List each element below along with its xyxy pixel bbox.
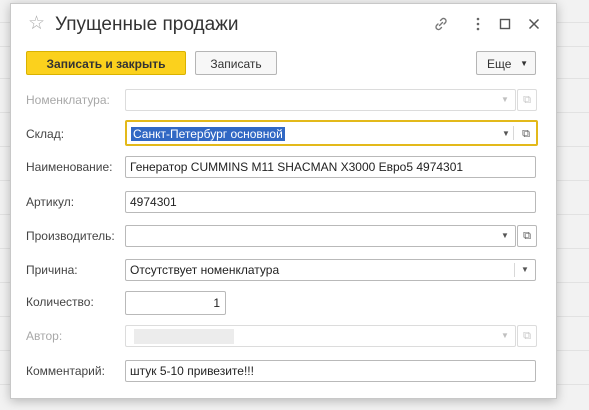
nomenclature-label: Номенклатура:: [26, 93, 110, 107]
reason-value: Отсутствует номенклатура: [130, 263, 280, 277]
chevron-down-icon[interactable]: ▼: [498, 124, 514, 144]
reason-label: Причина:: [26, 263, 78, 277]
open-external-icon: ⧉: [517, 89, 537, 111]
quantity-field[interactable]: 1: [125, 291, 226, 315]
comment-value: штук 5-10 привезите!!!: [130, 364, 254, 378]
star-icon[interactable]: ☆: [28, 14, 45, 33]
more-vertical-icon[interactable]: [469, 16, 487, 34]
name-value: Генератор CUMMINS M11 SHACMAN X3000 Евро…: [130, 160, 464, 174]
chevron-down-icon: ▼: [520, 59, 528, 68]
more-button[interactable]: Еще ▼: [476, 51, 536, 75]
lost-sales-dialog: ☆ Упущенные продажи Записать и закрыть З…: [10, 3, 557, 399]
chevron-down-icon[interactable]: ▼: [497, 226, 513, 246]
reason-field[interactable]: Отсутствует номенклатура ▼: [125, 259, 536, 281]
save-and-close-button[interactable]: Записать и закрыть: [26, 51, 186, 75]
title-bar: ☆ Упущенные продажи: [11, 4, 556, 48]
chevron-down-icon: ▼: [501, 95, 509, 104]
save-button[interactable]: Записать: [195, 51, 277, 75]
comment-label: Комментарий:: [26, 364, 105, 378]
name-field[interactable]: Генератор CUMMINS M11 SHACMAN X3000 Евро…: [125, 156, 536, 178]
warehouse-value: Санкт-Петербург основной: [131, 127, 285, 141]
link-icon[interactable]: [432, 16, 450, 34]
field-divider: [514, 263, 515, 277]
article-label: Артикул:: [26, 195, 75, 209]
open-external-icon[interactable]: ⧉: [518, 124, 534, 144]
manufacturer-field[interactable]: ▼: [125, 225, 516, 247]
open-external-icon[interactable]: ⧉: [517, 225, 537, 247]
quantity-value: 1: [213, 296, 220, 310]
comment-field[interactable]: штук 5-10 привезите!!!: [125, 360, 536, 382]
window-title: Упущенные продажи: [55, 14, 239, 35]
author-field: ▼: [125, 325, 516, 347]
warehouse-label: Склад:: [26, 127, 65, 141]
nomenclature-field: ▼: [125, 89, 516, 111]
author-redacted: [134, 329, 234, 344]
quantity-label: Количество:: [26, 295, 94, 309]
warehouse-field[interactable]: Санкт-Петербург основной ▼ ⧉: [125, 120, 538, 146]
name-label: Наименование:: [26, 160, 113, 174]
manufacturer-label: Производитель:: [26, 229, 115, 243]
maximize-icon[interactable]: [496, 16, 514, 34]
article-value: 4974301: [130, 195, 177, 209]
open-external-icon: ⧉: [517, 325, 537, 347]
chevron-down-icon[interactable]: ▼: [517, 260, 533, 280]
chevron-down-icon: ▼: [501, 331, 509, 340]
author-label: Автор:: [26, 329, 63, 343]
close-icon[interactable]: [525, 16, 543, 34]
article-field[interactable]: 4974301: [125, 191, 536, 213]
more-button-label: Еще: [487, 57, 512, 71]
